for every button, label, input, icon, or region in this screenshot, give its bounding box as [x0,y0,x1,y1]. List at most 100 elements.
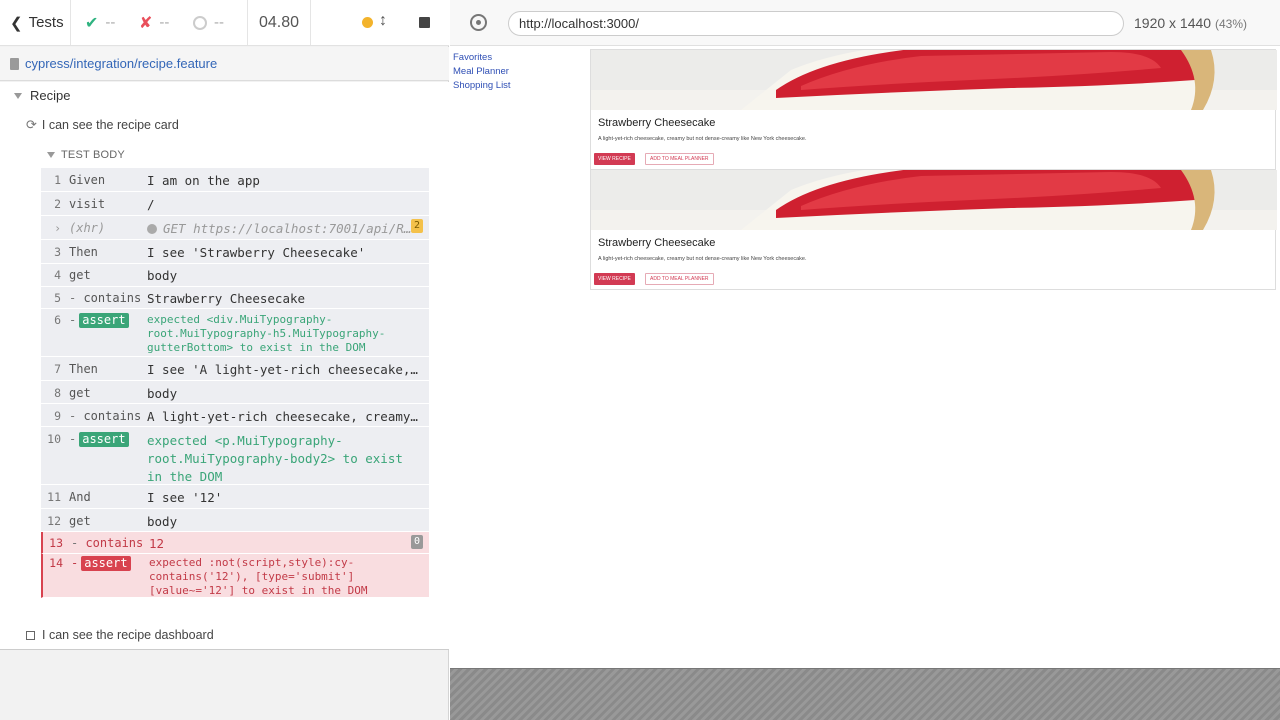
command-number: 5 [54,291,61,305]
element-count-badge: 0 [410,535,423,549]
nav-link-favorites[interactable]: Favorites [453,51,511,65]
command-row[interactable]: 11 And I see '12' [41,485,429,509]
assert-badge: assert [79,313,129,328]
duration: 04.80 [248,0,311,45]
command-row[interactable]: 1 Given I am on the app [41,168,429,192]
command-row[interactable]: 12 get body [41,509,429,532]
command-number: 12 [47,514,61,528]
command-name: - assert [69,432,147,447]
command-number: 4 [54,268,61,282]
assert-message: expected <div.MuiTypography-root.MuiTypo… [147,313,386,354]
command-message: body [147,268,178,283]
command-name: And [69,490,91,504]
command-number: 7 [54,362,61,376]
command-message: I see 'A light-yet-rich cheesecake, … [147,362,426,377]
recipe-image [591,50,1277,110]
command-name: Then [69,245,98,259]
command-number: 14 [49,556,63,570]
command-name: get [69,386,91,400]
command-row[interactable]: 9 contains A light-yet-rich cheesecake, … [41,404,429,427]
command-number: 1 [54,173,61,187]
reporter-panel: ❮ Tests ✔ -- ✘ -- -- 04.80 ↕ cypress/int… [0,0,449,720]
nav-link-meal-planner[interactable]: Meal Planner [453,65,511,79]
app-nav: Favorites Meal Planner Shopping List [453,51,511,93]
command-message: GET https://localhost:7001/api/R… [147,221,429,236]
stop-icon[interactable] [419,17,430,28]
pending-count: -- [214,14,224,31]
square-icon [26,630,35,640]
command-message: body [147,386,178,401]
failed-count: -- [159,14,170,31]
command-name: Then [69,362,98,376]
command-name: - assert [71,556,149,571]
crosshair-icon[interactable] [470,14,487,31]
circle-notch-icon [193,15,207,30]
command-row[interactable]: 7 Then I see 'A light-yet-rich cheesecak… [41,357,429,381]
command-name: - assert [69,313,147,328]
url-bar[interactable]: http://localhost:3000/ [508,11,1124,36]
run-controls: ↕ [311,0,449,45]
command-name: contains [71,536,149,550]
nav-link-shopping-list[interactable]: Shopping List [453,79,511,93]
command-number: 3 [54,245,61,259]
aut-iframe: Favorites Meal Planner Shopping List Str… [450,47,1280,668]
command-row[interactable]: 2 visit / [41,192,429,216]
spec-bar: cypress/integration/recipe.feature [0,47,449,81]
file-icon [10,57,19,70]
tests-button[interactable]: ❮ Tests [0,0,71,45]
command-number: 9 [54,409,61,423]
command-name: get [69,268,91,282]
command-number: 6 [54,313,61,327]
chevron-left-icon: ❮ [10,14,23,32]
command-row-assert[interactable]: 6 - assert expected <div.MuiTypography-ro… [41,309,429,357]
xhr-count-badge: 2 [410,219,423,233]
command-row-xhr[interactable]: › (xhr) GET https://localhost:7001/api/R… [41,216,429,240]
suite-title[interactable]: Recipe [14,88,70,103]
test-title-text: I can see the recipe dashboard [42,628,214,642]
arrows-vertical-icon[interactable]: ↕ [379,12,387,30]
command-row[interactable]: 5 contains Strawberry Cheesecake [41,287,429,309]
passed-count: -- [105,14,116,31]
add-to-meal-planner-button[interactable]: ADD TO MEAL PLANNER [645,153,714,165]
command-name: (xhr) [69,221,106,235]
test-body-header[interactable]: TEST BODY [47,149,125,161]
command-row[interactable]: 8 get body [41,381,429,404]
x-icon: ✘ [139,14,153,32]
spec-path-link[interactable]: cypress/integration/recipe.feature [25,56,217,71]
view-recipe-button[interactable]: VIEW RECIPE [594,273,635,285]
command-name: get [69,514,91,528]
test-body-label: TEST BODY [61,149,125,161]
viewport-info[interactable]: 1920 x 1440 (43%) [1134,15,1247,31]
command-row-failed[interactable]: 13 contains 12 0 [41,532,429,554]
recipe-description: A light-yet-rich cheesecake, creamy but … [598,256,807,262]
aut-header: http://localhost:3000/ 1920 x 1440 (43%) [450,0,1280,46]
command-row[interactable]: 4 get body [41,264,429,287]
command-message: A light-yet-rich cheesecake, creamy … [147,409,426,424]
command-message: / [147,197,155,212]
command-row-assert[interactable]: 10 - assert expected <p.MuiTypography-roo… [41,427,429,485]
recipe-title: Strawberry Cheesecake [598,237,716,249]
caret-down-icon [14,92,22,99]
command-number: 8 [54,386,61,400]
command-row[interactable]: 3 Then I see 'Strawberry Cheesecake' [41,240,429,264]
xhr-status-icon [147,224,157,234]
add-to-meal-planner-button[interactable]: ADD TO MEAL PLANNER [645,273,714,285]
command-row-assert-failed[interactable]: 14 - assert expected :not(script,style):c… [41,554,429,598]
recipe-description: A light-yet-rich cheesecake, creamy but … [598,136,807,142]
command-name: contains [69,409,147,423]
command-number: 13 [49,536,63,550]
command-number: 2 [54,197,61,211]
command-log: 1 Given I am on the app 2 visit / › (xhr… [41,168,429,598]
command-message: I see '12' [147,490,223,505]
refresh-icon: ⟳ [26,117,37,132]
reporter-header: ❮ Tests ✔ -- ✘ -- -- 04.80 ↕ [0,0,449,46]
runnables-list: Recipe ⟳ I can see the recipe card TEST … [0,82,449,650]
command-name: Given [69,173,106,187]
command-message: I see 'Strawberry Cheesecake' [147,245,366,260]
command-message: body [147,514,178,529]
test-title-pending[interactable]: I can see the recipe dashboard [26,628,214,642]
view-recipe-button[interactable]: VIEW RECIPE [594,153,635,165]
test-title-text: I can see the recipe card [41,118,179,132]
test-title[interactable]: ⟳ I can see the recipe card [26,117,179,133]
assert-message: expected <p.MuiTypography-root.MuiTypogr… [147,433,403,484]
